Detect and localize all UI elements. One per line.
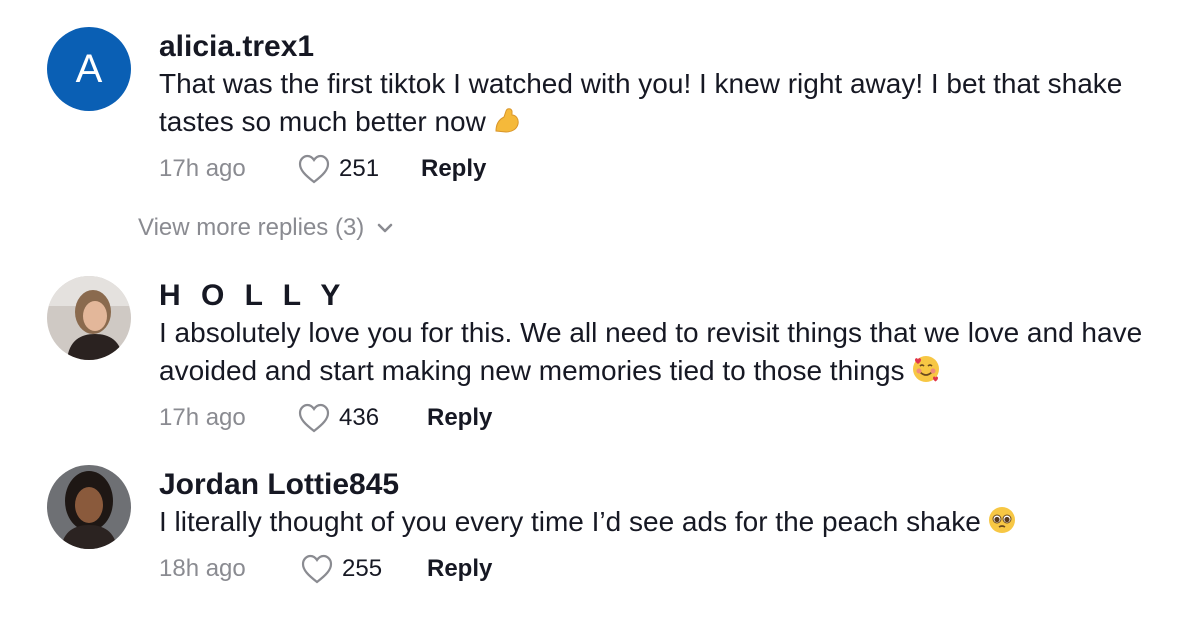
comment-body: alicia.trex1 That was the first tiktok I… bbox=[159, 27, 1159, 189]
timestamp: 18h ago bbox=[159, 555, 246, 582]
reply-button[interactable]: Reply bbox=[427, 404, 492, 432]
comment-meta: 18h ago 255 Reply bbox=[159, 549, 1159, 589]
timestamp: 17h ago bbox=[159, 155, 246, 182]
view-more-replies-button[interactable]: View more replies (3) bbox=[138, 214, 394, 242]
pleading-face-icon bbox=[988, 507, 1015, 533]
chevron-down-icon bbox=[378, 223, 393, 233]
heart-icon bbox=[301, 554, 333, 584]
avatar[interactable] bbox=[47, 465, 131, 549]
reply-button[interactable]: Reply bbox=[421, 155, 486, 183]
heart-icon bbox=[298, 154, 330, 184]
like-button[interactable]: 255 bbox=[300, 553, 427, 585]
comment-text-content: That was the first tiktok I watched with… bbox=[159, 68, 1123, 137]
smiling-face-with-hearts-icon bbox=[912, 356, 939, 382]
reply-button[interactable]: Reply bbox=[427, 555, 492, 583]
avatar-letter: A bbox=[75, 46, 103, 91]
comment-text-content: I literally thought of you every time I’… bbox=[159, 506, 981, 537]
like-button[interactable]: 251 bbox=[297, 153, 421, 185]
like-count: 436 bbox=[339, 404, 380, 431]
avatar[interactable] bbox=[47, 276, 131, 360]
avatar-photo bbox=[47, 276, 131, 360]
like-count: 251 bbox=[339, 155, 380, 182]
like-count: 255 bbox=[342, 555, 383, 582]
timestamp: 17h ago bbox=[159, 404, 246, 431]
comment-text-content: I absolutely love you for this. We all n… bbox=[159, 317, 1143, 386]
username[interactable]: Jordan Lottie845 bbox=[159, 467, 1159, 503]
comment-meta: 17h ago 251 Reply bbox=[159, 149, 1159, 189]
flexed-biceps-icon bbox=[495, 108, 519, 133]
comment-text: I absolutely love you for this. We all n… bbox=[159, 314, 1159, 390]
username[interactable]: H O L L Y bbox=[159, 278, 1159, 314]
avatar[interactable]: A bbox=[47, 27, 131, 111]
comment-body: H O L L Y I absolutely love you for this… bbox=[159, 276, 1159, 438]
comment-meta: 17h ago 436 Reply bbox=[159, 398, 1159, 438]
like-button[interactable]: 436 bbox=[297, 402, 427, 434]
comment-text: I literally thought of you every time I’… bbox=[159, 503, 1159, 541]
avatar-photo bbox=[47, 465, 131, 549]
view-more-label: View more replies (3) bbox=[138, 214, 365, 241]
comment-text: That was the first tiktok I watched with… bbox=[159, 65, 1159, 141]
heart-icon bbox=[298, 403, 330, 433]
username[interactable]: alicia.trex1 bbox=[159, 29, 1159, 65]
comment-body: Jordan Lottie845 I literally thought of … bbox=[159, 465, 1159, 589]
